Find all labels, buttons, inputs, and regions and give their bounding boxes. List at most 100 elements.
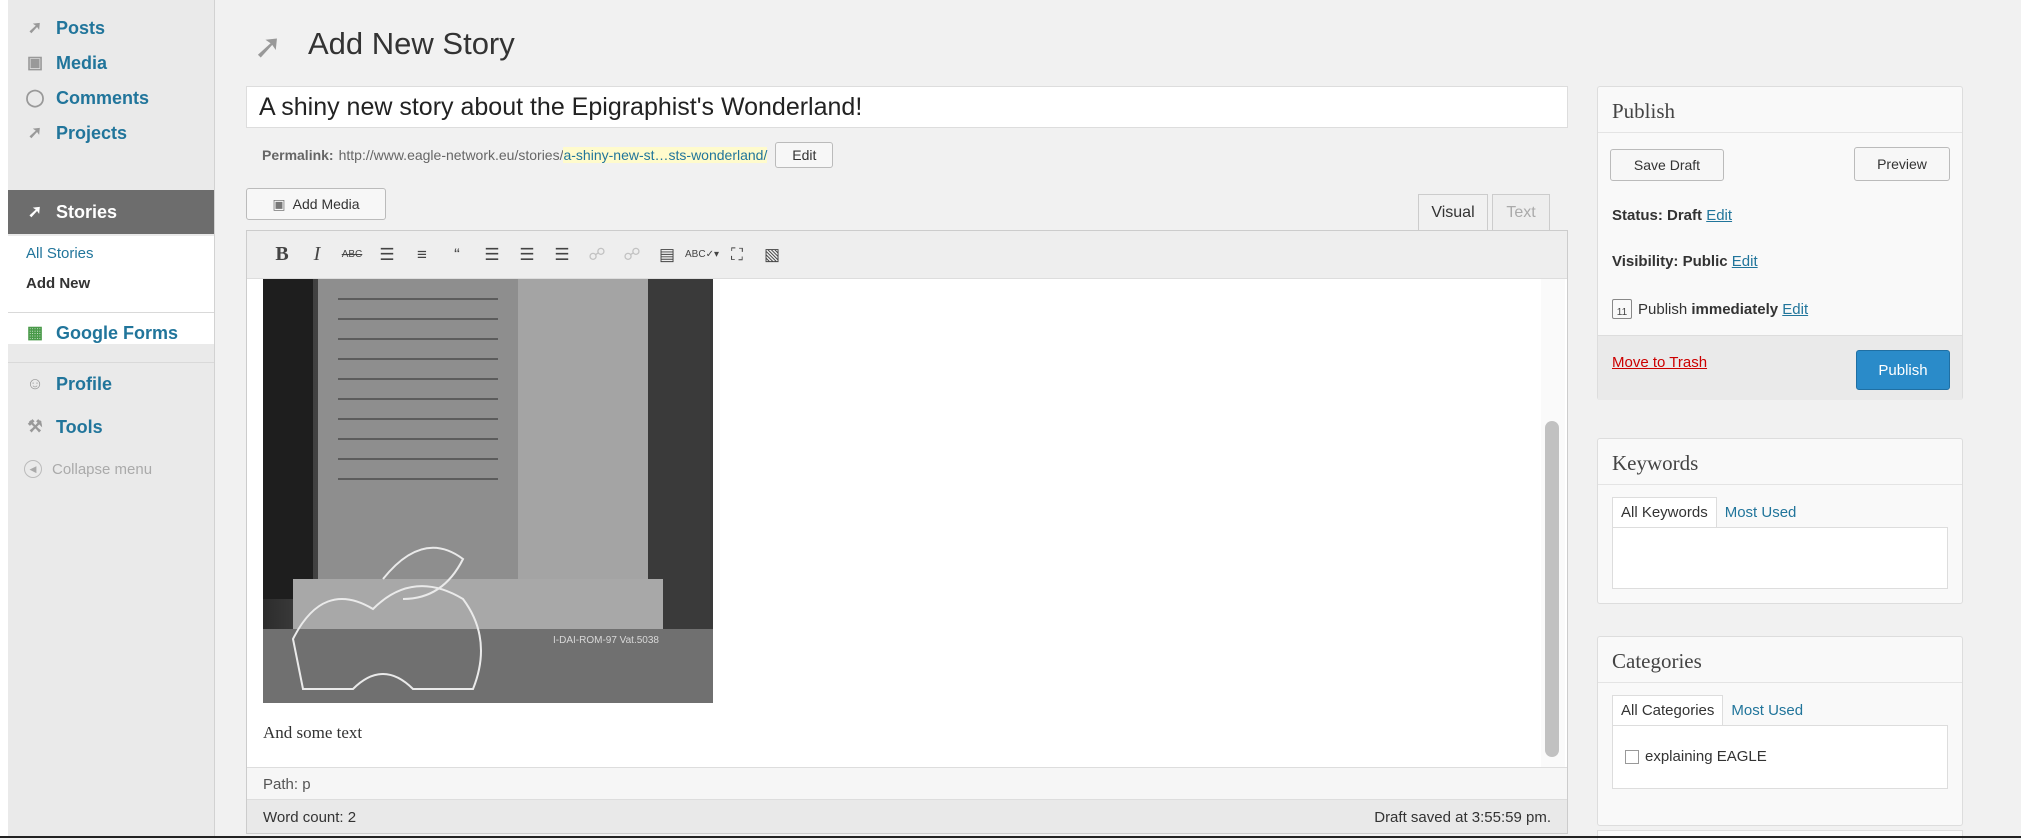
- permalink-row: Permalink: http://www.eagle-network.eu/s…: [262, 142, 834, 168]
- tab-all-categories[interactable]: All Categories: [1612, 695, 1724, 725]
- schedule-value: immediately: [1691, 300, 1779, 318]
- editor-path: Path: p: [247, 767, 1567, 799]
- sidebar-item-projects[interactable]: ➚ Projects: [8, 111, 214, 155]
- comment-icon: ◯: [25, 88, 45, 107]
- italic-icon[interactable]: I: [304, 242, 330, 268]
- pushpin-icon: ➚: [253, 28, 283, 66]
- fullscreen-icon[interactable]: ⛶: [724, 242, 750, 268]
- permalink-base: http://www.eagle-network.eu/stories/: [338, 147, 564, 163]
- media-icon: ▣: [272, 195, 286, 212]
- status-edit-link[interactable]: Edit: [1706, 207, 1732, 224]
- sidebar-item-label: Profile: [56, 373, 113, 394]
- sidebar-item-google-forms[interactable]: ▦ Google Forms: [8, 311, 214, 355]
- move-to-trash-link[interactable]: Move to Trash: [1612, 354, 1707, 371]
- window-edge: [0, 0, 8, 838]
- users-icon: ☺: [26, 374, 44, 393]
- permalink-edit-button[interactable]: Edit: [775, 142, 834, 168]
- schedule-label: Publish: [1638, 300, 1688, 318]
- sidebar-item-label: Stories: [56, 201, 118, 222]
- status-value: Draft: [1667, 207, 1703, 224]
- save-draft-button[interactable]: Save Draft: [1610, 149, 1724, 181]
- keywords-panel: [1612, 527, 1948, 589]
- pin-icon: ➚: [27, 18, 43, 37]
- tab-visual[interactable]: Visual: [1418, 194, 1488, 230]
- category-label: explaining EAGLE: [1645, 748, 1767, 765]
- draft-saved-status: Draft saved at 3:55:59 pm.: [1374, 809, 1551, 826]
- collapse-menu-label: Collapse menu: [52, 460, 153, 478]
- unlink-icon[interactable]: ☍: [619, 242, 645, 268]
- permalink-label: Permalink:: [262, 147, 334, 163]
- align-left-icon[interactable]: ☰: [479, 242, 505, 268]
- sidebar-item-label: Posts: [56, 17, 106, 38]
- sidebar-item-label: Tools: [56, 416, 103, 437]
- submenu-add-new[interactable]: Add New: [26, 275, 90, 292]
- submenu-all-stories[interactable]: All Stories: [26, 245, 94, 262]
- categories-heading[interactable]: Categories: [1598, 637, 1962, 683]
- editor-body-text[interactable]: And some text: [263, 723, 362, 743]
- align-right-icon[interactable]: ☰: [549, 242, 575, 268]
- add-media-button[interactable]: ▣ Add Media: [246, 188, 386, 220]
- add-media-label: Add Media: [292, 196, 360, 212]
- keywords-tabs: All Keywords Most Used: [1612, 497, 1804, 527]
- editor-toolbar: B I ABC ☰ ≡ “ ☰ ☰ ☰ ☍ ☍ ▤ ABC✓▾ ⛶ ▧: [247, 231, 1567, 279]
- sidebar-item-label: Comments: [56, 87, 150, 108]
- editor-content[interactable]: I-DAI-ROM-97 Vat.5038 And some text: [247, 279, 1537, 767]
- sidebar-item-label: Media: [56, 52, 108, 73]
- page-title: Add New Story: [308, 26, 515, 61]
- category-checkbox[interactable]: [1625, 749, 1639, 764]
- tools-icon: ⚒: [27, 417, 43, 436]
- preview-button[interactable]: Preview: [1854, 147, 1950, 181]
- categories-box: Categories All Categories Most Used expl…: [1597, 636, 1963, 826]
- spellcheck-icon[interactable]: ABC✓▾: [685, 242, 719, 268]
- media-icon: ▣: [26, 53, 44, 72]
- status-row: Status: Draft Edit: [1612, 207, 1732, 224]
- keywords-heading[interactable]: Keywords: [1598, 439, 1962, 485]
- permalink-slug[interactable]: a-shiny-new-st…sts-wonderland/: [563, 147, 768, 163]
- calendar-icon: 11: [1612, 299, 1632, 319]
- pin-icon: ➚: [27, 202, 43, 221]
- collapse-menu-button[interactable]: ◀ Collapse menu: [24, 460, 152, 478]
- visibility-edit-link[interactable]: Edit: [1732, 253, 1758, 270]
- publish-actions: Move to Trash Publish: [1598, 335, 1962, 400]
- publish-box: Publish Save Draft Preview Status: Draft…: [1597, 86, 1963, 400]
- visibility-row: Visibility: Public Edit: [1612, 253, 1758, 270]
- blockquote-icon[interactable]: “: [444, 242, 470, 268]
- kitchen-sink-icon[interactable]: ▧: [759, 242, 785, 268]
- keywords-box: Keywords All Keywords Most Used: [1597, 438, 1963, 604]
- word-count: Word count: 2: [263, 809, 357, 826]
- more-tag-icon[interactable]: ▤: [654, 242, 680, 268]
- sidebar-item-profile[interactable]: ☺ Profile: [8, 362, 214, 406]
- sidebar-item-stories[interactable]: ➚ Stories: [8, 190, 214, 234]
- admin-sidebar: ➚ Posts ▣ Media ◯ Comments ➚ Projects ➚ …: [8, 0, 215, 838]
- sidebar-item-tools[interactable]: ⚒ Tools: [8, 405, 214, 449]
- pin-icon: ➚: [27, 123, 43, 142]
- editor-status-bar: Word count: 2 Draft saved at 3:55:59 pm.: [247, 799, 1567, 833]
- status-label: Status:: [1612, 207, 1663, 224]
- editor-scrollbar[interactable]: [1541, 279, 1565, 767]
- sidebar-item-label: Projects: [56, 122, 128, 143]
- bullet-list-icon[interactable]: ☰: [374, 242, 400, 268]
- categories-panel: explaining EAGLE: [1612, 725, 1948, 789]
- post-editor: B I ABC ☰ ≡ “ ☰ ☰ ☰ ☍ ☍ ▤ ABC✓▾ ⛶ ▧ I-DA…: [246, 230, 1568, 834]
- strikethrough-icon[interactable]: ABC: [339, 242, 365, 268]
- inscription-photo[interactable]: I-DAI-ROM-97 Vat.5038: [263, 279, 713, 703]
- tab-most-used-keywords[interactable]: Most Used: [1717, 497, 1805, 527]
- publish-button[interactable]: Publish: [1856, 350, 1950, 390]
- numbered-list-icon[interactable]: ≡: [409, 242, 435, 268]
- schedule-row: 11 Publish immediately Edit: [1612, 299, 1808, 319]
- tab-all-keywords[interactable]: All Keywords: [1612, 497, 1717, 527]
- sidebar-item-label: Google Forms: [56, 322, 179, 343]
- bold-icon[interactable]: B: [269, 242, 295, 268]
- category-item[interactable]: explaining EAGLE: [1625, 748, 1767, 765]
- photo-credit: I-DAI-ROM-97 Vat.5038: [553, 635, 659, 646]
- tab-text[interactable]: Text: [1492, 194, 1550, 230]
- align-center-icon[interactable]: ☰: [514, 242, 540, 268]
- tab-most-used-categories[interactable]: Most Used: [1723, 695, 1811, 725]
- scroll-thumb[interactable]: [1545, 421, 1559, 757]
- post-title-input[interactable]: A shiny new story about the Epigraphist'…: [246, 86, 1568, 128]
- link-icon[interactable]: ☍: [584, 242, 610, 268]
- publish-heading[interactable]: Publish: [1598, 87, 1962, 133]
- collapse-arrow-icon: ◀: [24, 460, 42, 478]
- schedule-edit-link[interactable]: Edit: [1782, 301, 1808, 318]
- visibility-label: Visibility:: [1612, 253, 1679, 270]
